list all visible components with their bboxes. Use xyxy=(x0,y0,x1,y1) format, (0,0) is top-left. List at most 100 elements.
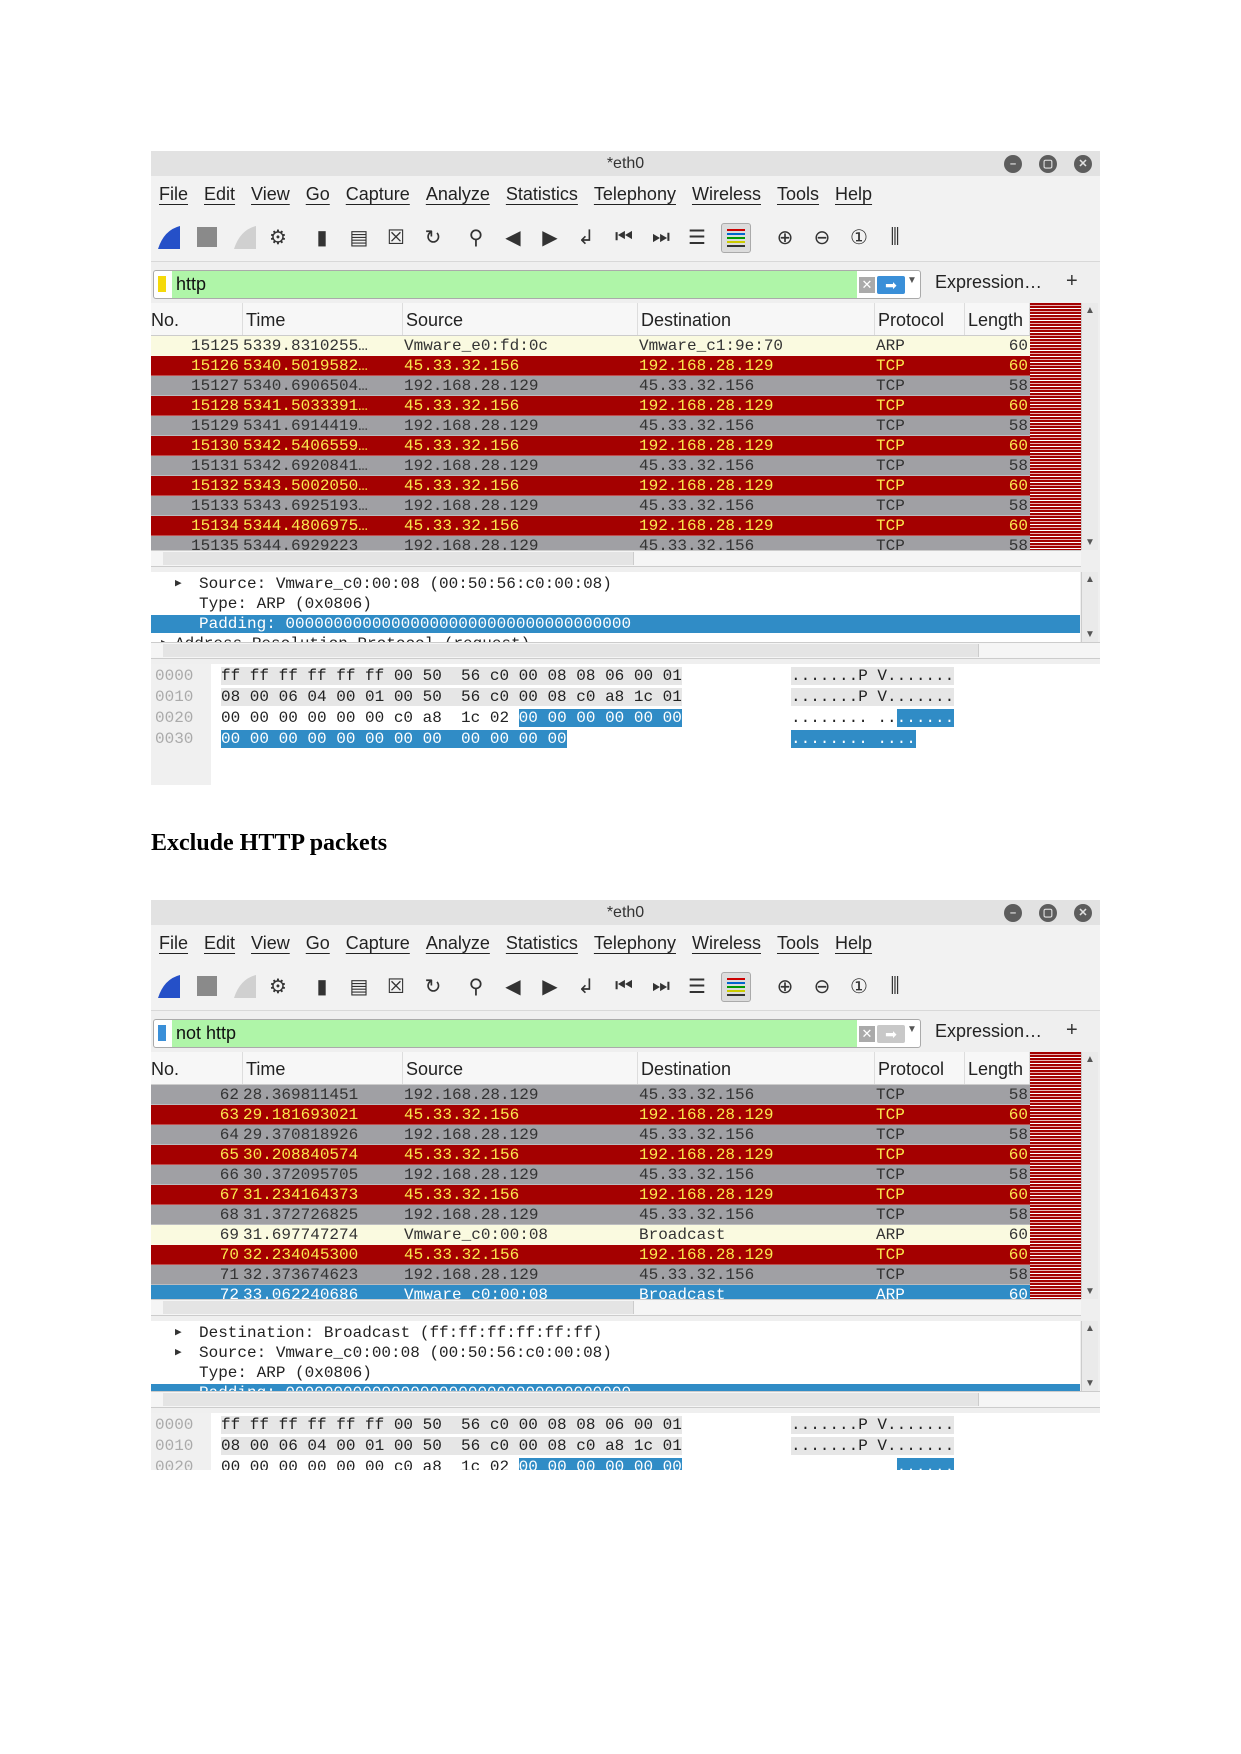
packet-list-hscrollbar[interactable] xyxy=(151,1299,1081,1316)
scroll-up-icon[interactable]: ▲ xyxy=(1085,305,1095,316)
column-header-length[interactable]: Length xyxy=(965,1052,1030,1084)
menu-analyze[interactable]: Analyze xyxy=(418,933,498,954)
hex-bytes[interactable]: 00 00 00 00 00 00 c0 a8 1c 02 00 00 00 0… xyxy=(221,708,682,728)
menu-analyze[interactable]: Analyze xyxy=(418,184,498,205)
resize-columns-icon[interactable]: ⫼ xyxy=(881,223,909,251)
expand-triangle-icon[interactable]: ▶ xyxy=(175,1324,182,1342)
packet-row[interactable]: 62 28.369811451 192.168.28.129 45.33.32.156… xyxy=(151,1085,1030,1105)
close-button[interactable]: ✕ xyxy=(1074,904,1092,922)
filter-history-dropdown-icon[interactable]: ▼ xyxy=(907,275,917,286)
shark-fin-start-icon[interactable] xyxy=(155,972,183,1000)
back-arrow-icon[interactable]: ◀ xyxy=(499,972,527,1000)
forward-arrow-icon[interactable]: ▶ xyxy=(536,223,564,251)
packet-minimap[interactable] xyxy=(1030,303,1081,550)
menu-view[interactable]: View xyxy=(243,933,298,954)
zoom-in-icon[interactable]: ⊕ xyxy=(771,972,799,1000)
packet-row[interactable]: 15130 5342.5406559… 45.33.32.156 192.168.28… xyxy=(151,436,1030,456)
shark-fin-start-icon[interactable] xyxy=(155,223,183,251)
menu-telephony[interactable]: Telephony xyxy=(586,933,684,954)
packet-list-scrollbar[interactable]: ▲ ▼ xyxy=(1081,1052,1098,1299)
details-scrollbar[interactable]: ▲ ▼ xyxy=(1081,572,1098,642)
scroll-up-icon[interactable]: ▲ xyxy=(1085,574,1095,585)
column-header-destination[interactable]: Destination xyxy=(638,303,875,335)
packet-row[interactable]: 15129 5341.6914419… 192.168.28.129 45.33.32… xyxy=(151,416,1030,436)
restart-icon[interactable] xyxy=(231,972,259,1000)
clear-filter-icon[interactable]: ✕ xyxy=(859,1026,875,1042)
details-scrollbar[interactable]: ▲ ▼ xyxy=(1081,1321,1098,1391)
packet-row[interactable]: 69 31.697747274 Vmware_c0:00:08 Broadcast AR… xyxy=(151,1225,1030,1245)
menu-telephony[interactable]: Telephony xyxy=(586,184,684,205)
go-to-packet-icon[interactable]: ↲ xyxy=(572,972,600,1000)
packet-row[interactable]: 15125 5339.8310255… Vmware_e0:fd:0c Vmware_… xyxy=(151,336,1030,356)
back-arrow-icon[interactable]: ◀ xyxy=(499,223,527,251)
last-packet-icon[interactable]: ⏭ xyxy=(647,972,675,1000)
menu-help[interactable]: Help xyxy=(827,933,880,954)
scroll-thumb[interactable] xyxy=(163,1393,979,1406)
add-filter-button[interactable]: + xyxy=(1066,270,1078,293)
menu-wireless[interactable]: Wireless xyxy=(684,184,769,205)
packet-row[interactable]: 15128 5341.5033391… 45.33.32.156 192.168.28… xyxy=(151,396,1030,416)
save-file-icon[interactable]: ▤ xyxy=(345,223,373,251)
menu-statistics[interactable]: Statistics xyxy=(498,184,586,205)
close-file-icon[interactable]: ☒ xyxy=(382,223,410,251)
resize-columns-icon[interactable]: ⫼ xyxy=(881,972,909,1000)
ascii-bytes[interactable]: ........ .... xyxy=(791,729,916,749)
menu-wireless[interactable]: Wireless xyxy=(684,933,769,954)
expand-triangle-icon[interactable]: ▶ xyxy=(161,635,168,642)
expand-triangle-icon[interactable]: ▶ xyxy=(175,1344,182,1362)
find-icon[interactable]: ⚲ xyxy=(462,972,490,1000)
close-file-icon[interactable]: ☒ xyxy=(382,972,410,1000)
scroll-down-icon[interactable]: ▼ xyxy=(1085,537,1095,548)
column-header-time[interactable]: Time xyxy=(243,303,403,335)
clear-filter-icon[interactable]: ✕ xyxy=(859,277,875,293)
menu-go[interactable]: Go xyxy=(298,933,338,954)
filter-history-dropdown-icon[interactable]: ▼ xyxy=(907,1024,917,1035)
ascii-bytes[interactable]: ........ ........ xyxy=(791,708,955,728)
first-packet-icon[interactable]: ⏮ xyxy=(610,223,638,251)
hex-bytes[interactable]: 08 00 06 04 00 01 00 50 56 c0 00 08 c0 a… xyxy=(221,687,682,707)
packet-row[interactable]: 15127 5340.6906504… 192.168.28.129 45.33.32… xyxy=(151,376,1030,396)
restart-icon[interactable] xyxy=(231,223,259,251)
column-header-destination[interactable]: Destination xyxy=(638,1052,875,1084)
scroll-up-icon[interactable]: ▲ xyxy=(1085,1054,1095,1065)
bookmark-icon[interactable] xyxy=(158,1025,166,1041)
packet-row[interactable]: 15131 5342.6920841… 192.168.28.129 45.33.32… xyxy=(151,456,1030,476)
go-to-packet-icon[interactable]: ↲ xyxy=(572,223,600,251)
open-file-icon[interactable]: ▮ xyxy=(308,223,336,251)
menu-file[interactable]: File xyxy=(151,933,196,954)
packet-row[interactable]: 15126 5340.5019582… 45.33.32.156 192.168.28… xyxy=(151,356,1030,376)
stop-icon[interactable] xyxy=(193,223,221,251)
packet-list-hscrollbar[interactable] xyxy=(151,550,1081,567)
ascii-bytes[interactable]: .......P V....... xyxy=(791,1436,955,1456)
menu-edit[interactable]: Edit xyxy=(196,184,243,205)
expression-button[interactable]: Expression… xyxy=(935,272,1042,293)
column-header-no[interactable]: No. xyxy=(151,303,243,335)
detail-row[interactable]: Type: ARP (0x0806) xyxy=(151,595,1080,613)
packet-row[interactable]: 68 31.372726825 192.168.28.129 45.33.32.156… xyxy=(151,1205,1030,1225)
normal-size-icon[interactable]: ① xyxy=(845,223,873,251)
ascii-bytes[interactable]: ...... xyxy=(791,1457,955,1470)
menu-tools[interactable]: Tools xyxy=(769,933,827,954)
packet-row[interactable]: 67 31.234164373 45.33.32.156 192.168.28.129… xyxy=(151,1185,1030,1205)
menu-edit[interactable]: Edit xyxy=(196,933,243,954)
close-button[interactable]: ✕ xyxy=(1074,155,1092,173)
last-packet-icon[interactable]: ⏭ xyxy=(647,223,675,251)
add-filter-button[interactable]: + xyxy=(1066,1019,1078,1042)
forward-arrow-icon[interactable]: ▶ xyxy=(536,972,564,1000)
detail-row[interactable]: ▶ Source: Vmware_c0:00:08 (00:50:56:c0:00… xyxy=(151,575,1080,593)
options-gear-icon[interactable]: ⚙ xyxy=(264,223,292,251)
packet-list-scrollbar[interactable]: ▲ ▼ xyxy=(1081,303,1098,550)
menu-capture[interactable]: Capture xyxy=(338,184,418,205)
scroll-down-icon[interactable]: ▼ xyxy=(1085,1378,1095,1389)
autoscroll-icon[interactable]: ☰ xyxy=(683,972,711,1000)
colorize-icon[interactable] xyxy=(721,972,751,1002)
first-packet-icon[interactable]: ⏮ xyxy=(610,972,638,1000)
display-filter-input[interactable]: not http xyxy=(172,1020,857,1047)
menu-tools[interactable]: Tools xyxy=(769,184,827,205)
column-header-length[interactable]: Length xyxy=(965,303,1030,335)
detail-row[interactable]: ▶ Destination: Broadcast (ff:ff:ff:ff:ff:… xyxy=(151,1324,1080,1342)
zoom-out-icon[interactable]: ⊖ xyxy=(808,223,836,251)
expand-triangle-icon[interactable]: ▶ xyxy=(175,575,182,593)
scroll-down-icon[interactable]: ▼ xyxy=(1085,629,1095,640)
detail-row[interactable]: Padding: 0000000000000000000000000000000… xyxy=(151,615,1080,633)
